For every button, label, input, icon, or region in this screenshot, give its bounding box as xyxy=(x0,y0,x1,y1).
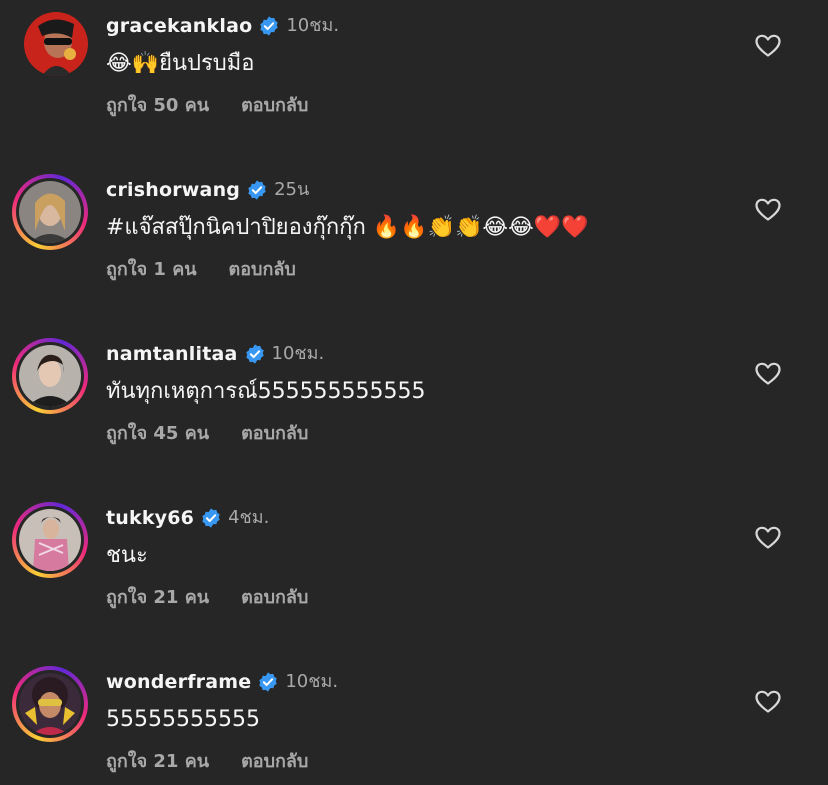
heart-icon[interactable] xyxy=(755,34,781,58)
comment-list: gracekanklao 10ชม. 😂🙌ยืนปรบมือ ถูกใจ 50 … xyxy=(0,0,828,785)
avatar-image xyxy=(19,345,81,407)
likes-count[interactable]: ถูกใจ 21 คน xyxy=(106,746,209,775)
avatar[interactable] xyxy=(12,502,88,578)
reply-button[interactable]: ตอบกลับ xyxy=(241,746,308,775)
likes-count[interactable]: ถูกใจ 1 คน xyxy=(106,254,197,283)
verified-badge-icon xyxy=(202,508,220,528)
username[interactable]: crishorwang xyxy=(106,176,240,204)
timestamp: 10ชม. xyxy=(271,343,325,364)
username[interactable]: gracekanklao xyxy=(106,12,252,40)
verified-badge-icon xyxy=(248,180,266,200)
comment-item: namtanlitaa 10ชม. ทันทุกเหตุการณ์5555555… xyxy=(0,328,828,478)
username[interactable]: tukky66 xyxy=(106,504,194,532)
avatar[interactable] xyxy=(12,174,88,250)
verified-badge-icon xyxy=(260,16,279,36)
avatar[interactable] xyxy=(12,10,88,86)
comment-item: wonderframe 10ชม. 55555555555 ถูกใจ 21 ค… xyxy=(0,656,828,785)
avatar-image xyxy=(24,12,88,76)
avatar[interactable] xyxy=(12,338,88,414)
timestamp: 4ชม. xyxy=(228,507,270,528)
comment-text: 😂🙌ยืนปรบมือ xyxy=(106,51,255,76)
comment-item: tukky66 4ชม. ชนะ ถูกใจ 21 คน ตอบกลับ xyxy=(0,492,828,642)
avatar-image xyxy=(19,673,81,735)
username[interactable]: wonderframe xyxy=(106,668,251,696)
comment-item: crishorwang 25น #แจ๊สสปุ๊กนิคปาปิยองกุ๊ก… xyxy=(0,164,828,314)
reply-button[interactable]: ตอบกลับ xyxy=(229,254,296,283)
comment-text: #แจ๊สสปุ๊กนิคปาปิยองกุ๊กกุ๊ก 🔥🔥👏👏😂😂❤️❤️ xyxy=(106,215,589,240)
timestamp: 10ชม. xyxy=(285,671,339,692)
heart-icon[interactable] xyxy=(755,198,781,222)
reply-button[interactable]: ตอบกลับ xyxy=(241,582,308,611)
heart-icon[interactable] xyxy=(755,690,781,714)
verified-badge-icon xyxy=(259,672,278,692)
reply-button[interactable]: ตอบกลับ xyxy=(241,90,308,119)
heart-icon[interactable] xyxy=(755,526,781,550)
comment-text: ทันทุกเหตุการณ์555555555555 xyxy=(106,379,426,404)
verified-badge-icon xyxy=(245,344,264,364)
likes-count[interactable]: ถูกใจ 50 คน xyxy=(106,90,209,119)
comment-text: ชนะ xyxy=(106,543,148,568)
reply-button[interactable]: ตอบกลับ xyxy=(241,418,308,447)
comment-text: 55555555555 xyxy=(106,707,260,732)
avatar-image xyxy=(19,181,81,243)
username[interactable]: namtanlitaa xyxy=(106,340,238,368)
timestamp: 10ชม. xyxy=(286,15,340,36)
likes-count[interactable]: ถูกใจ 21 คน xyxy=(106,582,209,611)
comment-item: gracekanklao 10ชม. 😂🙌ยืนปรบมือ ถูกใจ 50 … xyxy=(0,0,828,150)
timestamp: 25น xyxy=(274,179,310,200)
avatar-image xyxy=(19,509,81,571)
likes-count[interactable]: ถูกใจ 45 คน xyxy=(106,418,209,447)
heart-icon[interactable] xyxy=(755,362,781,386)
avatar[interactable] xyxy=(12,666,88,742)
